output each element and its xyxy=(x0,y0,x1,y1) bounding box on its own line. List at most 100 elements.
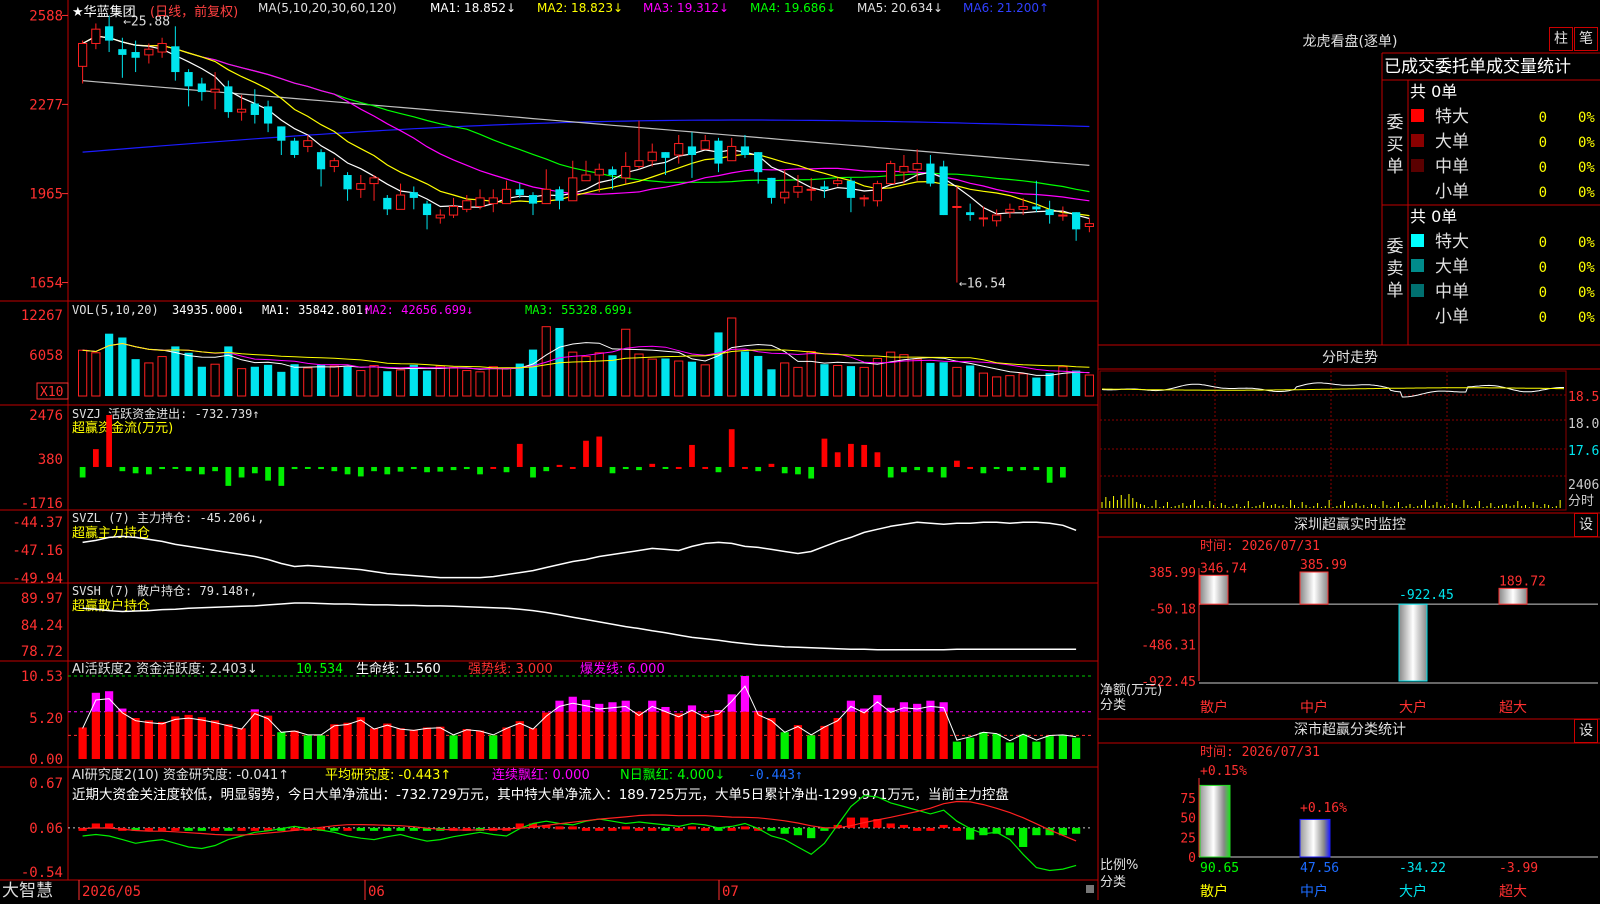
svzj-bar xyxy=(675,466,682,469)
vol-bar-down xyxy=(250,366,259,396)
sell-color-swatch xyxy=(1411,259,1424,272)
vol-bar-up xyxy=(952,366,962,397)
monitor-bar xyxy=(1498,587,1528,605)
svzj-bar xyxy=(437,466,444,472)
buy-row-name: 大单 xyxy=(1435,132,1469,152)
monitor-bar xyxy=(1398,603,1428,682)
vol-bar-down xyxy=(422,370,432,396)
candle-body-down xyxy=(939,166,948,216)
classify-settings-button[interactable]: 设 xyxy=(1574,719,1598,743)
candle-body-down xyxy=(383,197,392,210)
intraday-frame xyxy=(1099,370,1567,511)
buy-side-label: 委 xyxy=(1387,113,1404,133)
candle-body-down xyxy=(714,140,723,164)
buy-color-swatch xyxy=(1411,159,1424,172)
ai-res-axis-label: 0.67 xyxy=(29,776,63,792)
ai2-bar xyxy=(277,732,286,759)
candle-body-up xyxy=(793,185,803,193)
ai2-bar xyxy=(555,711,564,759)
ai2-bar xyxy=(886,711,895,759)
candle-body-down xyxy=(118,49,127,55)
stock-name[interactable]: ★华蓝集团 xyxy=(72,1,136,20)
ai-res-bar xyxy=(727,827,736,831)
svzj-bar xyxy=(596,436,603,467)
svzj-bar xyxy=(397,466,404,472)
ai-res-bar xyxy=(171,827,180,831)
vol-bar-up xyxy=(435,365,445,397)
ai2-bar xyxy=(687,711,697,759)
ai-res-n-red: N日飘红: 4.000↓ xyxy=(620,767,725,783)
ai2-bar xyxy=(661,711,670,759)
vol-bar-down xyxy=(740,351,750,396)
svzj-axis-label: 2476 xyxy=(29,408,63,424)
candle-body-down xyxy=(767,177,776,198)
ai-res-consec-red: 连续飘红: 0.000 xyxy=(492,767,590,783)
classify-axis-label: 25 xyxy=(1180,831,1196,846)
vol-bar-up xyxy=(806,350,816,397)
ai2-bar-burst xyxy=(740,676,750,712)
candle-body-up xyxy=(872,183,883,202)
ai2-lifeline: 生命线: 1.560 xyxy=(356,661,441,677)
ai2-bar xyxy=(727,711,736,759)
ai-res-bar xyxy=(1005,827,1015,836)
vol-bar-up xyxy=(859,366,869,397)
ai2-bar xyxy=(1032,741,1041,759)
candle-body-down xyxy=(515,189,524,196)
ai2-bar xyxy=(807,735,816,759)
svsh-axis-label: 84.24 xyxy=(21,618,63,634)
svzj-bar xyxy=(556,464,563,467)
ai-res-bar xyxy=(369,827,379,831)
candle-body-up xyxy=(501,188,512,205)
ai2-bar xyxy=(780,732,789,759)
buy-row-pct: 0% xyxy=(1578,160,1595,176)
tick-mode-button[interactable]: 笔 xyxy=(1574,27,1598,51)
svzj-bar xyxy=(583,440,589,467)
ai2-bar xyxy=(701,714,710,759)
ai-res-bar xyxy=(184,827,193,831)
ai2-bar xyxy=(237,728,246,759)
intraday-axis-label: 18.51 xyxy=(1568,390,1600,405)
sell-row-name: 中单 xyxy=(1435,282,1469,302)
candle-body-down xyxy=(608,169,617,176)
ma1-line xyxy=(82,35,1090,220)
svzj-bar xyxy=(410,466,417,470)
ai-res-bar xyxy=(807,827,816,839)
vol-bar-up xyxy=(144,362,154,397)
svzj-bar xyxy=(145,466,152,475)
monitor-bar-label: 385.99 xyxy=(1300,558,1347,573)
vol-bar-up xyxy=(886,351,896,397)
svzj-bar xyxy=(821,438,828,467)
svzj-bar xyxy=(516,443,523,467)
candle-body-up xyxy=(886,163,896,185)
lock-icon xyxy=(1086,885,1094,893)
vol-bar-up xyxy=(1084,374,1094,397)
ai2-bar xyxy=(979,732,988,759)
ai2-bar xyxy=(157,721,167,759)
ai-res-bar xyxy=(661,827,670,831)
vol-bar-up xyxy=(488,366,498,397)
monitor-settings-button[interactable]: 设 xyxy=(1574,513,1598,537)
classify-top-label: +0.15% xyxy=(1200,764,1247,779)
candle-body-down xyxy=(197,83,206,93)
bar-mode-button[interactable]: 柱 xyxy=(1549,27,1573,51)
chart-canvas[interactable]: 2588227719651654←25.88←16.54VOL(5,10,20)… xyxy=(0,0,1600,901)
ma2-value: MA2: 18.823↓ xyxy=(537,1,624,15)
svzj-axis-label: -1716 xyxy=(21,496,63,512)
vol-bar-up xyxy=(700,364,710,397)
ai2-bar xyxy=(475,730,485,759)
monitor-bar-label: 346.74 xyxy=(1200,561,1247,576)
monitor-bar xyxy=(1299,571,1329,605)
ai2-bar xyxy=(462,729,471,759)
vol-ma1: MA1: 35842.801↑ xyxy=(262,303,370,317)
candle-body-up xyxy=(303,140,313,147)
candle-body-up xyxy=(952,205,962,208)
svzj-bar xyxy=(463,466,470,470)
sell-side-label: 卖 xyxy=(1387,259,1404,279)
ai2-bar xyxy=(303,735,312,759)
ma3-value: MA3: 19.312↓ xyxy=(643,1,730,15)
vol-bar-up xyxy=(581,356,591,397)
ai2-axis-label: 10.53 xyxy=(21,669,63,685)
low-marker-label: ←16.54 xyxy=(959,277,1006,292)
buy-row-count: 0 xyxy=(1539,110,1547,126)
svzj-bar xyxy=(251,466,258,474)
